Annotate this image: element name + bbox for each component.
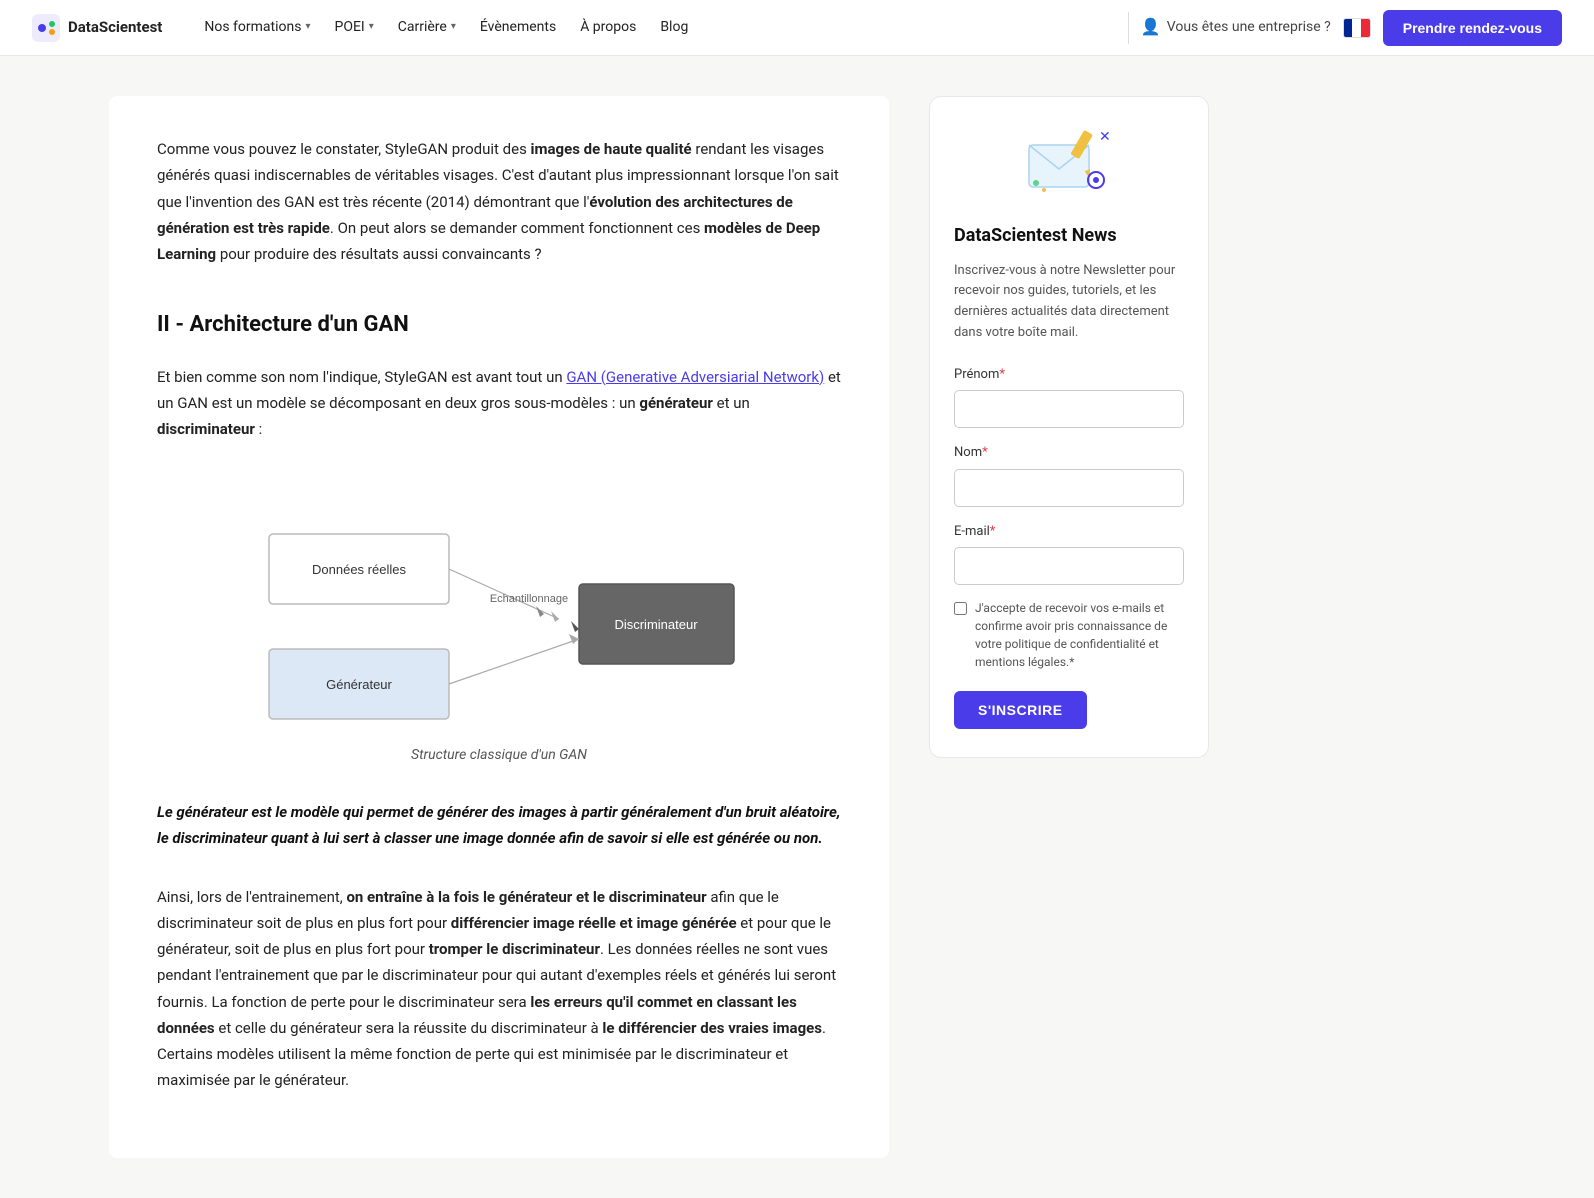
chevron-down-icon: ▾ — [369, 19, 374, 36]
nav-right: 👤 Vous êtes une entreprise ? Prendre ren… — [1141, 10, 1562, 46]
logo-text: DataScientest — [68, 15, 162, 40]
svg-text:Données réelles: Données réelles — [312, 562, 406, 577]
svg-text:Générateur: Générateur — [326, 677, 392, 692]
svg-text:Echantillonnage: Echantillonnage — [490, 593, 568, 605]
gan-diagram: Données réelles Echantillonnage Discrimi… — [157, 474, 841, 767]
email-group: E-mail* — [954, 521, 1184, 585]
nom-input[interactable] — [954, 469, 1184, 507]
email-label: E-mail* — [954, 521, 1184, 542]
nom-label: Nom* — [954, 442, 1184, 463]
logo[interactable]: DataScientest — [32, 14, 162, 42]
checkbox-row: J'accepte de recevoir vos e-mails et con… — [954, 599, 1184, 671]
intro-paragraph: Comme vous pouvez le constater, StyleGAN… — [157, 136, 841, 267]
diagram-svg: Données réelles Echantillonnage Discrimi… — [239, 474, 759, 732]
newsletter-desc: Inscrivez-vous à notre Newsletter pour r… — [954, 261, 1184, 344]
prenom-label: Prénom* — [954, 364, 1184, 385]
chevron-down-icon: ▾ — [451, 19, 456, 36]
cta-rendez-vous-button[interactable]: Prendre rendez-vous — [1383, 10, 1562, 46]
nav-item-evenements[interactable]: Évènements — [470, 10, 566, 45]
subscribe-button[interactable]: S'INSCRIRE — [954, 691, 1087, 729]
main-content: Comme vous pouvez le constater, StyleGAN… — [109, 96, 889, 1158]
svg-text:✕: ✕ — [1099, 129, 1111, 145]
consent-checkbox[interactable] — [954, 602, 967, 615]
body-text-2: Ainsi, lors de l'entrainement, on entraî… — [157, 884, 841, 1094]
nav-divider — [1128, 12, 1129, 44]
highlight-block: Le générateur est le modèle qui permet d… — [157, 799, 841, 852]
nav-item-blog[interactable]: Blog — [650, 10, 698, 45]
body-text-1: Et bien comme son nom l'indique, StyleGA… — [157, 364, 841, 443]
nav-item-formations[interactable]: Nos formations ▾ — [194, 10, 320, 45]
newsletter-icon-container: ✕ — [954, 125, 1184, 205]
chevron-down-icon: ▾ — [305, 19, 310, 36]
flag-white — [1352, 19, 1361, 37]
language-flag-fr[interactable] — [1343, 18, 1371, 38]
prenom-group: Prénom* — [954, 364, 1184, 428]
newsletter-title: DataScientest News — [954, 221, 1184, 251]
section-title: II - Architecture d'un GAN — [157, 307, 841, 343]
nav-item-poei[interactable]: POEI ▾ — [325, 10, 384, 45]
email-input[interactable] — [954, 547, 1184, 585]
enterprise-link[interactable]: 👤 Vous êtes une entreprise ? — [1141, 14, 1331, 40]
sidebar: ✕ DataScientest News Inscrivez-vous à no… — [929, 96, 1209, 1158]
nav-item-apropos[interactable]: À propos — [570, 10, 646, 45]
flag-blue — [1344, 19, 1353, 37]
consent-label[interactable]: J'accepte de recevoir vos e-mails et con… — [975, 599, 1184, 671]
navigation: DataScientest Nos formations ▾ POEI ▾ Ca… — [0, 0, 1594, 56]
newsletter-illustration: ✕ — [1024, 125, 1114, 205]
logo-icon — [32, 14, 60, 42]
nav-links: Nos formations ▾ POEI ▾ Carrière ▾ Évène… — [194, 10, 1115, 45]
diagram-caption: Structure classique d'un GAN — [411, 744, 587, 767]
flag-red — [1361, 19, 1370, 37]
person-icon: 👤 — [1141, 14, 1161, 40]
prenom-input[interactable] — [954, 390, 1184, 428]
nom-group: Nom* — [954, 442, 1184, 506]
svg-text:Discriminateur: Discriminateur — [614, 617, 698, 632]
gan-link[interactable]: GAN (Generative Adversiarial Network) — [566, 368, 824, 386]
page-wrapper: Comme vous pouvez le constater, StyleGAN… — [77, 56, 1517, 1198]
newsletter-card: ✕ DataScientest News Inscrivez-vous à no… — [929, 96, 1209, 758]
nav-item-carriere[interactable]: Carrière ▾ — [388, 10, 466, 45]
